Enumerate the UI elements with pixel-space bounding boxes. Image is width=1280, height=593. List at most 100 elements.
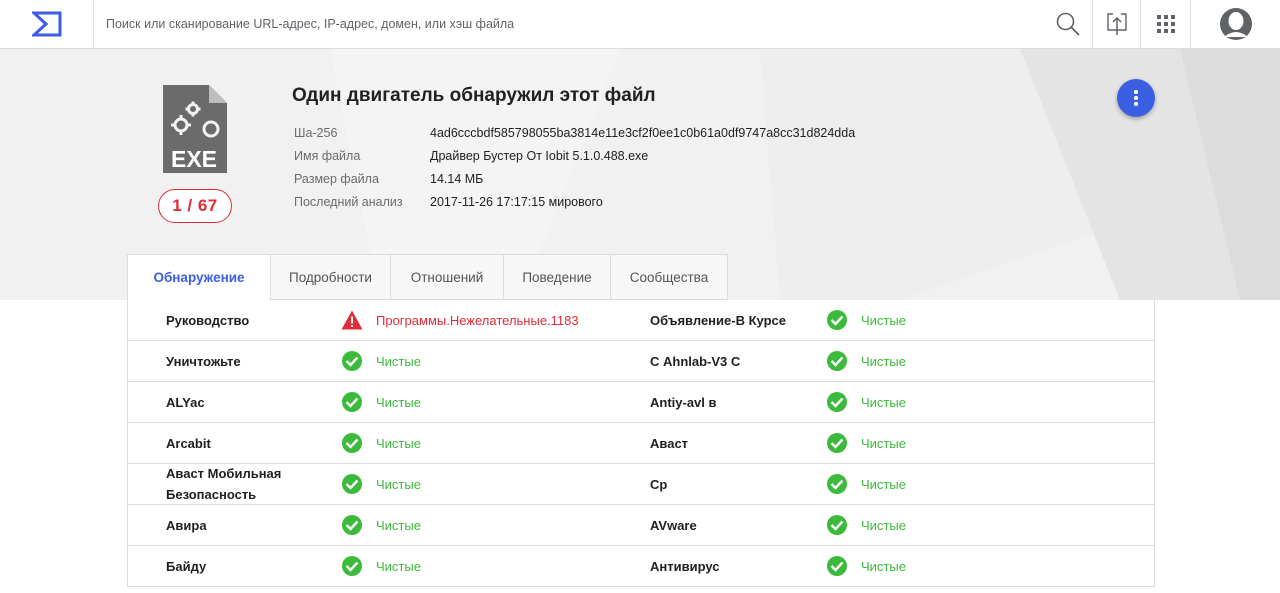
table-row: Руководство Программы.Нежелательные.1183… xyxy=(128,300,1154,341)
detection-ratio-badge: 1 / 67 xyxy=(158,189,232,223)
engine-name: Антивирус xyxy=(650,558,720,574)
check-circle-icon xyxy=(827,310,847,330)
check-circle-icon xyxy=(342,433,362,453)
tab-details[interactable]: Подробности xyxy=(271,254,391,300)
tab-relations[interactable]: Отношений xyxy=(391,254,504,300)
detail-sha256-row: Ша-256 4ad6cccbdf585798055ba3814e11e3cf2… xyxy=(294,121,855,144)
result-text: Чистые xyxy=(376,517,421,533)
check-circle-icon xyxy=(827,556,847,576)
engine-result: Чистые xyxy=(826,382,906,422)
apps-grid-icon[interactable] xyxy=(1156,15,1175,33)
check-circle-icon xyxy=(342,351,362,371)
result-text: Чистые xyxy=(861,517,906,533)
check-circle-icon xyxy=(827,351,847,371)
engine-result: Чистые xyxy=(826,300,906,340)
engine-name: С Ahnlab-V3 С xyxy=(650,353,741,369)
result-text: Чистые xyxy=(376,476,421,492)
engine-name: ALYac xyxy=(166,394,205,410)
result-text: Чистые xyxy=(861,312,906,328)
more-vert-dot[interactable] xyxy=(1134,96,1138,100)
check-circle-icon xyxy=(342,556,362,576)
result-text: Чистые xyxy=(376,435,421,451)
account-button[interactable] xyxy=(1190,0,1280,48)
alert-triangle-icon xyxy=(341,310,363,330)
search-input[interactable] xyxy=(106,17,1044,31)
tab-detection[interactable]: Обнаружение xyxy=(127,254,271,301)
tab-behavior[interactable]: Поведение xyxy=(504,254,611,300)
detail-label: Размер файла xyxy=(294,171,379,186)
page-title: Один двигатель обнаружил этот файл xyxy=(292,85,656,106)
engine-result: Чистые xyxy=(826,464,906,504)
apps-button[interactable] xyxy=(1140,0,1190,48)
check-circle-icon xyxy=(342,392,362,412)
upload-button[interactable] xyxy=(1092,0,1140,48)
more-vert-icon[interactable] xyxy=(1134,90,1138,94)
exe-file-icon: EXE xyxy=(163,85,227,173)
table-row: Arcabit Чистые Аваст Чистые xyxy=(128,423,1154,464)
engine-name: Antiy-avl в xyxy=(650,394,717,410)
detection-results-table: Руководство Программы.Нежелательные.1183… xyxy=(127,300,1155,587)
engine-result: Чистые xyxy=(341,546,421,586)
top-bar xyxy=(0,0,1280,49)
more-options-button[interactable] xyxy=(1117,79,1155,117)
sigma-logo-icon[interactable] xyxy=(31,11,62,37)
engine-name: Руководство xyxy=(166,312,250,328)
detail-label: Ша-256 xyxy=(294,125,338,140)
table-row: Уничтожьте Чистые С Ahnlab-V3 С Чистые xyxy=(128,341,1154,382)
search-icon[interactable] xyxy=(1055,11,1081,37)
check-circle-icon xyxy=(827,515,847,535)
engine-result: Чистые xyxy=(826,546,906,586)
check-circle-icon xyxy=(827,392,847,412)
check-circle-icon xyxy=(342,515,362,535)
table-row: ALYac Чистые Antiy-avl в Чистые xyxy=(128,382,1154,423)
check-circle-icon xyxy=(827,474,847,494)
engine-result: Чистые xyxy=(826,505,906,545)
engine-name: Байду xyxy=(166,558,207,574)
detail-label: Имя файла xyxy=(294,148,361,163)
table-row: Аваст Мобильная Безопасность Чистые Ср Ч… xyxy=(128,464,1154,505)
tab-community[interactable]: Сообщества xyxy=(611,254,728,300)
engine-result: Чистые xyxy=(341,423,421,463)
table-row: Байду Чистые Антивирус Чистые xyxy=(128,546,1154,587)
engine-result: Чистые xyxy=(341,382,421,422)
engine-name: Аваст xyxy=(650,435,689,451)
file-details: Ша-256 4ad6cccbdf585798055ba3814e11e3cf2… xyxy=(294,121,855,213)
result-text: Чистые xyxy=(376,394,421,410)
file-type-label: EXE xyxy=(171,146,217,172)
logo[interactable] xyxy=(0,0,94,48)
engine-result: Чистые xyxy=(826,423,906,463)
engine-result: Чистые xyxy=(341,505,421,545)
engine-name: Аваст Мобильная Безопасность xyxy=(166,466,282,502)
account-icon[interactable] xyxy=(1219,7,1253,41)
detail-last-analysis-row: Последний анализ 2017-11-26 17:17:15 мир… xyxy=(294,190,855,213)
engine-result: Чистые xyxy=(341,464,421,504)
engine-name: Ср xyxy=(650,476,668,492)
filesize-value: 14.14 МБ xyxy=(430,171,484,186)
engine-result: Чистые xyxy=(826,341,906,381)
engine-name: Авира xyxy=(166,517,207,533)
upload-icon[interactable] xyxy=(1106,12,1128,36)
search-area xyxy=(94,0,1044,48)
check-circle-icon xyxy=(827,433,847,453)
table-row: Авира Чистые AVware Чистые xyxy=(128,505,1154,546)
detail-label: Последний анализ xyxy=(294,194,403,209)
sha256-value: 4ad6cccbdf585798055ba3814e11e3cf2f0ee1c0… xyxy=(430,125,856,140)
engine-name: Объявление-В Курсе xyxy=(650,312,786,328)
result-text: Чистые xyxy=(861,353,906,369)
engine-result: Чистые xyxy=(341,341,421,381)
search-button[interactable] xyxy=(1044,0,1092,48)
filename-value: Драйвер Бустер От Iobit 5.1.0.488.exe xyxy=(430,148,649,163)
last-analysis-value: 2017-11-26 17:17:15 мирового xyxy=(430,194,603,209)
detail-filename-row: Имя файла Драйвер Бустер От Iobit 5.1.0.… xyxy=(294,144,855,167)
engine-name: AVware xyxy=(650,517,697,533)
result-text: Чистые xyxy=(376,558,421,574)
more-vert-dot[interactable] xyxy=(1134,102,1138,106)
result-text: Чистые xyxy=(861,394,906,410)
engine-result: Программы.Нежелательные.1183 xyxy=(341,300,579,340)
result-text: Чистые xyxy=(861,476,906,492)
check-circle-icon xyxy=(342,474,362,494)
engine-name: Уничтожьте xyxy=(166,353,241,369)
result-text: Чистые xyxy=(861,558,906,574)
tab-bar: Обнаружение Подробности Отношений Поведе… xyxy=(127,254,728,301)
result-text: Чистые xyxy=(376,353,421,369)
